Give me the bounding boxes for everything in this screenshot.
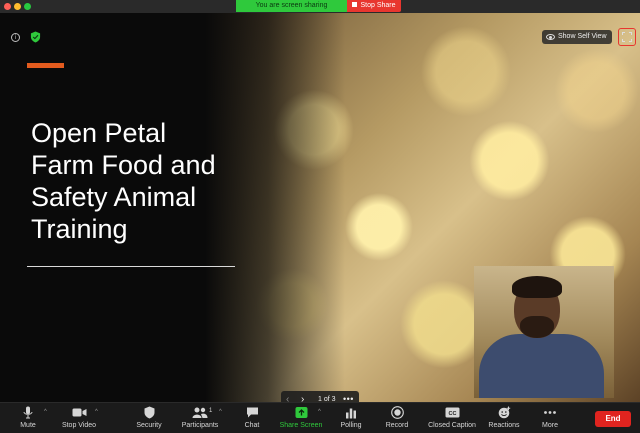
mute-button[interactable]: Mute (14, 406, 42, 432)
slide-pager: ‹ › 1 of 3 ••• (281, 391, 359, 402)
zoom-window-button[interactable] (24, 3, 31, 10)
shared-slide-area: Open Petal Farm Food and Safety Animal T… (0, 13, 640, 402)
previous-slide-button[interactable]: ‹ (286, 391, 289, 402)
mute-options-chevron-icon[interactable]: ^ (44, 409, 47, 415)
minimize-window-button[interactable] (14, 3, 21, 10)
stop-share-label: Stop Share (360, 2, 396, 9)
participants-button[interactable]: Participants (180, 406, 220, 432)
more-label: More (542, 422, 558, 429)
slide-title: Open Petal Farm Food and Safety Animal T… (31, 118, 216, 244)
more-button[interactable]: More (537, 406, 563, 432)
share-screen-icon (295, 407, 307, 418)
next-slide-button[interactable]: › (301, 391, 304, 402)
info-icon[interactable]: i (11, 33, 20, 42)
fullscreen-icon (622, 32, 632, 42)
share-screen-label: Share Screen (279, 422, 323, 429)
chat-label: Chat (244, 422, 260, 429)
slide-divider (27, 266, 235, 267)
fullscreen-button[interactable] (618, 28, 636, 46)
title-bar: You are screen sharing Stop Share (0, 0, 640, 13)
end-meeting-button[interactable]: End (595, 411, 631, 427)
show-self-view-label: Show Self View (558, 33, 607, 40)
person-shirt (479, 334, 604, 398)
participants-count: 1 (209, 408, 213, 414)
close-window-button[interactable] (4, 3, 11, 10)
screen-sharing-banner: You are screen sharing (236, 0, 347, 12)
participants-label: Participants (181, 422, 219, 429)
eye-icon (546, 34, 555, 40)
security-shield-icon (144, 406, 154, 419)
chat-button[interactable]: Chat (239, 406, 265, 432)
svg-text:CC: CC (448, 411, 456, 417)
record-button[interactable]: Record (383, 406, 411, 432)
reactions-label: Reactions (488, 422, 520, 429)
more-dots-icon (544, 411, 556, 414)
closed-caption-label: Closed Caption (428, 422, 476, 429)
polling-chart-icon (346, 408, 356, 419)
slide-accent-bar (27, 63, 64, 68)
reactions-smiley-icon (498, 406, 510, 419)
slide-counter: 1 of 3 (318, 396, 336, 402)
record-label: Record (385, 422, 409, 429)
share-options-chevron-icon[interactable]: ^ (318, 409, 321, 415)
participants-options-chevron-icon[interactable]: ^ (219, 409, 222, 415)
stop-square-icon (352, 2, 358, 7)
person-hair (512, 276, 562, 298)
meeting-toolbar: Mute ^ Stop Video ^ Security Participant… (0, 402, 640, 433)
reactions-button[interactable]: Reactions (486, 406, 522, 432)
video-camera-icon (72, 408, 86, 417)
show-self-view-button[interactable]: Show Self View (542, 30, 612, 44)
person-beard (520, 316, 554, 338)
stop-share-button[interactable]: Stop Share (347, 0, 401, 12)
chat-bubble-icon (246, 407, 258, 418)
security-label: Security (136, 422, 162, 429)
closed-caption-icon: CC (445, 407, 459, 418)
mute-label: Mute (20, 422, 36, 429)
participants-icon (192, 407, 208, 418)
security-button[interactable]: Security (132, 406, 166, 432)
record-icon (390, 406, 404, 419)
microphone-icon (23, 406, 33, 419)
shield-check-icon[interactable] (30, 31, 41, 43)
polling-label: Polling (340, 422, 362, 429)
zoom-window: You are screen sharing Stop Share Open P… (0, 0, 640, 433)
self-video-tile[interactable] (474, 266, 614, 398)
stop-video-button[interactable]: Stop Video (58, 406, 100, 432)
more-options-icon[interactable]: ••• (343, 391, 354, 402)
polling-button[interactable]: Polling (337, 406, 365, 432)
stop-video-label: Stop Video (61, 422, 97, 429)
closed-caption-button[interactable]: CC Closed Caption (425, 406, 479, 432)
video-options-chevron-icon[interactable]: ^ (95, 409, 98, 415)
